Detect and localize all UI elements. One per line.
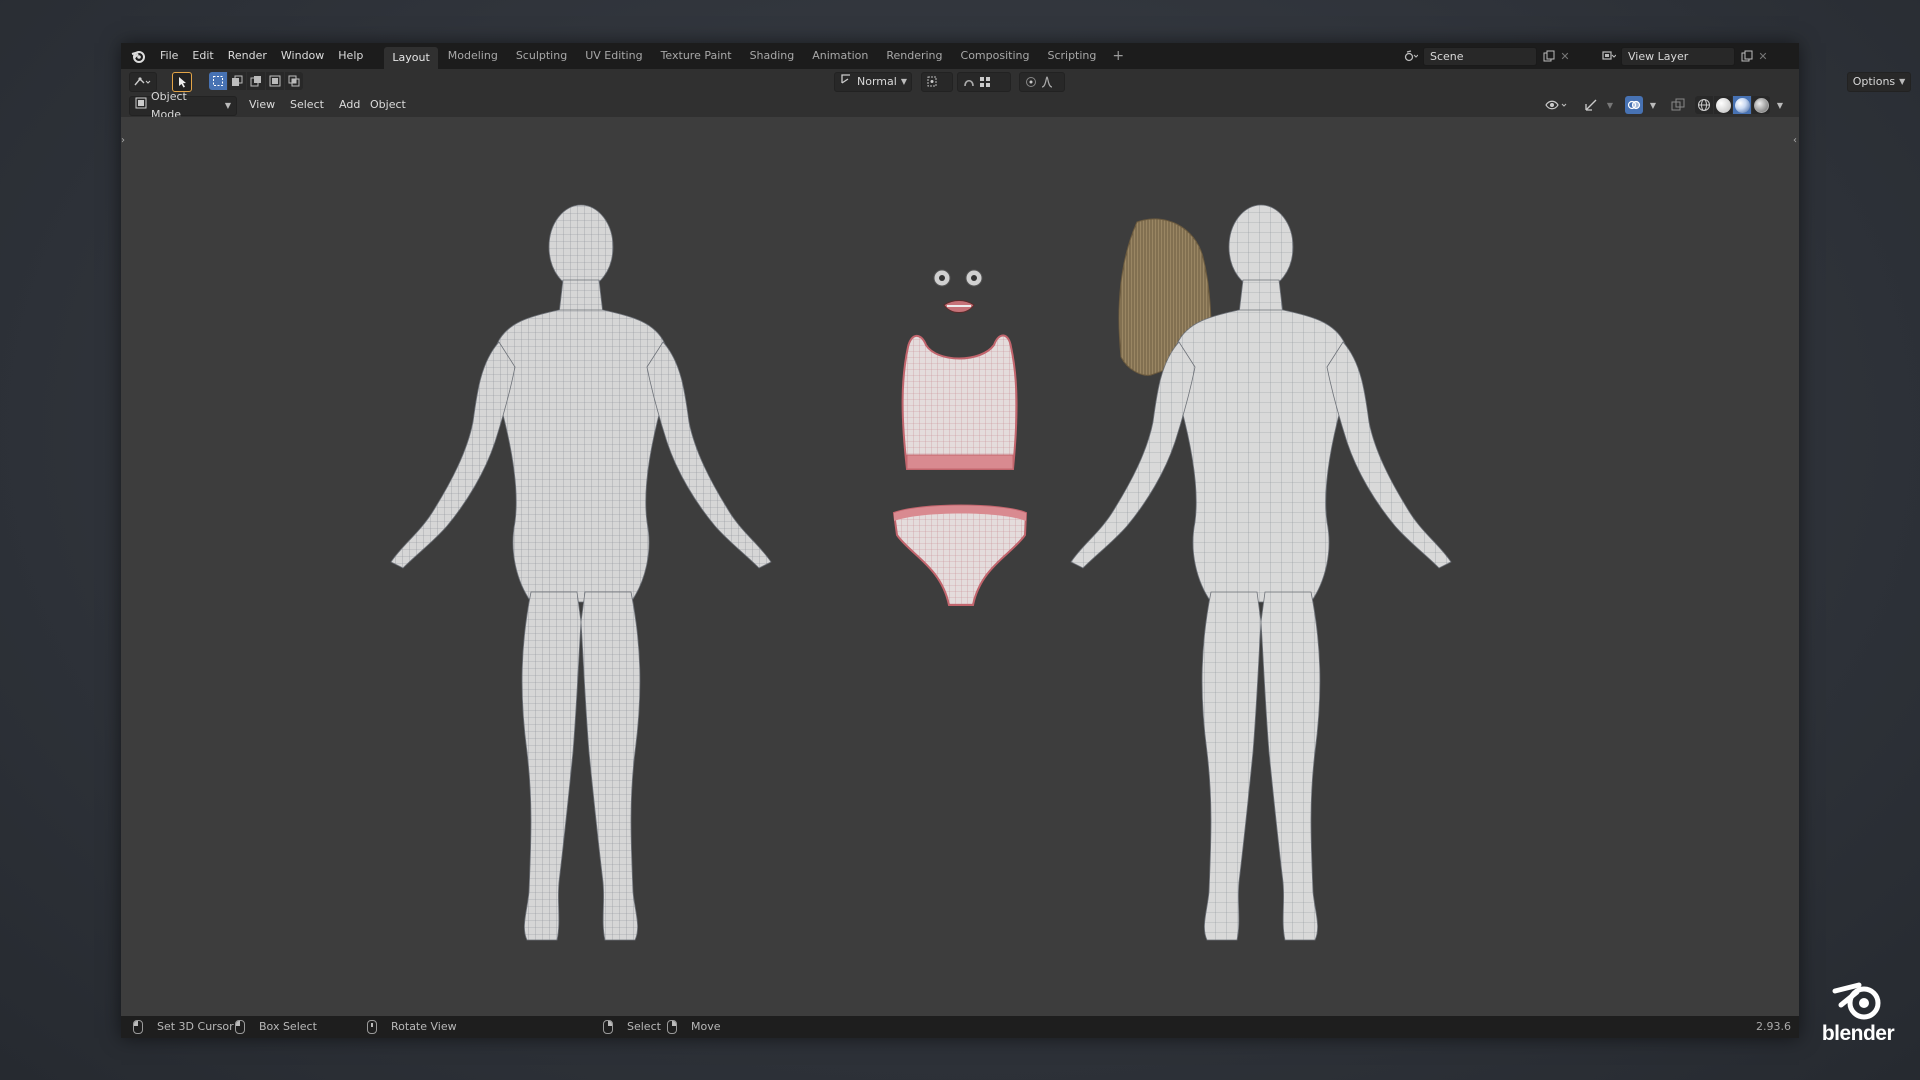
mode-chevron-icon: ▼ (224, 101, 231, 110)
tab-shading[interactable]: Shading (742, 46, 803, 66)
tab-modeling[interactable]: Modeling (440, 46, 506, 66)
status-set-cursor: Set 3D Cursor (133, 1016, 234, 1038)
tab-animation[interactable]: Animation (804, 46, 876, 66)
viewport-menu-add[interactable]: Add (334, 96, 365, 114)
tab-layout[interactable]: Layout (384, 47, 438, 69)
close-icon[interactable]: ✕ (1557, 48, 1573, 64)
overlay-icon[interactable] (1625, 96, 1643, 114)
close-layer-icon[interactable]: ✕ (1755, 48, 1771, 64)
mouse-drag-icon (235, 1020, 245, 1034)
select-invert-icon[interactable] (266, 72, 284, 90)
options-dropdown[interactable]: Options ▼ (1847, 72, 1911, 92)
status-move-label: Move (691, 1020, 721, 1033)
blender-brand: blender (1818, 977, 1898, 1046)
menu-render[interactable]: Render (221, 43, 274, 69)
version-label: 2.93.6 (1756, 1020, 1791, 1033)
overlay-dropdown-icon[interactable]: ▼ (1644, 96, 1662, 114)
select-extend-icon[interactable] (228, 72, 246, 90)
select-intersect-icon[interactable] (285, 72, 303, 90)
solid-shading-icon[interactable] (1714, 96, 1732, 114)
pivot-icon[interactable] (921, 72, 953, 92)
object-mode-dropdown[interactable]: Object Mode ▼ (129, 90, 237, 121)
mouse-right-drag-icon (667, 1020, 677, 1034)
tab-compositing[interactable]: Compositing (953, 46, 1038, 66)
blender-brand-icon (1818, 977, 1898, 1024)
status-box-select: Box Select (235, 1016, 317, 1038)
status-set-cursor-label: Set 3D Cursor (157, 1020, 234, 1033)
mouse-right-icon (603, 1020, 613, 1034)
transform-orientation-dropdown[interactable]: Normal ▼ (834, 72, 912, 92)
new-layer-icon[interactable] (1739, 48, 1755, 64)
add-workspace-icon[interactable]: + (1106, 48, 1130, 64)
shading-dropdown-icon[interactable]: ▼ (1771, 96, 1789, 114)
bottom-garment-mesh[interactable] (892, 504, 1028, 606)
options-label: Options (1852, 75, 1896, 88)
scene-icon[interactable] (1403, 48, 1419, 64)
menu-window[interactable]: Window (274, 43, 331, 69)
top-bar: File Edit Render Window Help Layout Mode… (121, 43, 1799, 69)
top-garment-mesh[interactable] (901, 334, 1018, 470)
view-layer-icon[interactable] (1601, 48, 1617, 64)
material-shading-icon[interactable] (1733, 96, 1751, 114)
main-menu: File Edit Render Window Help (153, 43, 370, 69)
rendered-shading-icon[interactable] (1752, 96, 1770, 114)
workspace-tabs: Layout Modeling Sculpting UV Editing Tex… (384, 43, 1130, 69)
status-rotate-view: Rotate View (367, 1016, 457, 1038)
blender-logo-icon[interactable] (127, 45, 149, 67)
proportional-icon[interactable] (1019, 72, 1065, 92)
transform-orientation-icon (840, 73, 853, 91)
view-layer-name-field[interactable]: View Layer (1621, 46, 1735, 66)
tab-uv-editing[interactable]: UV Editing (577, 46, 650, 66)
menu-file[interactable]: File (153, 43, 185, 69)
scene-selector: Scene ✕ (1403, 46, 1573, 66)
blender-window: File Edit Render Window Help Layout Mode… (121, 43, 1911, 1038)
menu-help[interactable]: Help (331, 43, 370, 69)
viewport-menu-object[interactable]: Object (365, 96, 411, 114)
new-icon[interactable] (1541, 48, 1557, 64)
orientation-value: Normal (857, 75, 897, 88)
scene-name-field[interactable]: Scene (1423, 46, 1537, 66)
xray-icon[interactable] (1669, 96, 1687, 114)
viewport-menu-view[interactable]: View (244, 96, 280, 114)
view-layer-selector: View Layer ✕ (1601, 46, 1771, 66)
menu-edit[interactable]: Edit (185, 43, 220, 69)
gizmo-icon[interactable] (1582, 96, 1600, 114)
visibility-icon[interactable] (1543, 96, 1571, 114)
3d-viewport[interactable]: › ‹ (121, 117, 1799, 1016)
scene-render (390, 204, 1452, 941)
mouse-middle-icon (367, 1020, 377, 1034)
tab-sculpting[interactable]: Sculpting (508, 46, 575, 66)
tab-scripting[interactable]: Scripting (1039, 46, 1104, 66)
viewport-header: Object Mode ▼ View Select Add Object ▼ ▼ (121, 90, 1799, 121)
snap-icon[interactable] (957, 72, 1011, 92)
status-rotate-view-label: Rotate View (391, 1020, 457, 1033)
mouse-left-icon (133, 1020, 143, 1034)
tool-header: Normal ▼ Options ▼ (121, 69, 1911, 93)
options-chevron-icon: ▼ (1899, 77, 1906, 86)
tab-rendering[interactable]: Rendering (878, 46, 950, 66)
status-select: Select (603, 1016, 661, 1038)
chevron-down-icon: ▼ (900, 77, 907, 86)
eyes-mesh[interactable] (933, 269, 983, 313)
wireframe-shading-icon[interactable] (1695, 96, 1713, 114)
select-subtract-icon[interactable] (247, 72, 265, 90)
status-select-label: Select (627, 1020, 661, 1033)
status-box-select-label: Box Select (259, 1020, 317, 1033)
tab-texture-paint[interactable]: Texture Paint (653, 46, 740, 66)
status-bar: Set 3D Cursor Box Select Rotate View Sel… (121, 1016, 1799, 1038)
object-mode-icon (135, 97, 147, 115)
viewport-menu-select[interactable]: Select (285, 96, 329, 114)
gizmo-dropdown-icon[interactable]: ▼ (1601, 96, 1619, 114)
blender-wordmark: blender (1821, 1022, 1895, 1045)
status-move: Move (667, 1016, 721, 1038)
body-mesh-dense[interactable] (390, 204, 772, 941)
